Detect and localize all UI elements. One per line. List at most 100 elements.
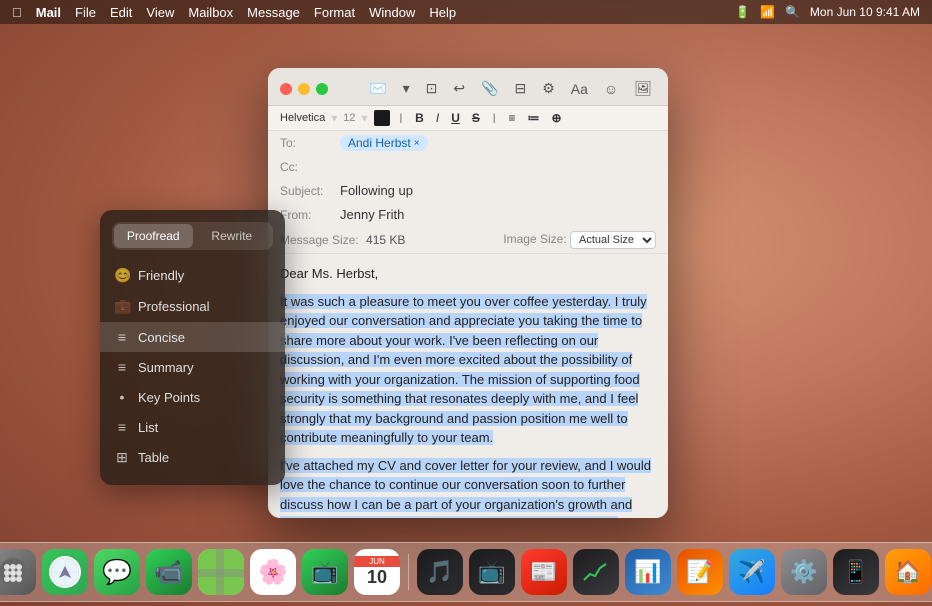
menu-window[interactable]: Window — [369, 5, 415, 20]
menu-bar-left:  Mail File Edit View Mailbox Message Fo… — [12, 5, 456, 20]
mail-body[interactable]: Dear Ms. Herbst, It was such a pleasure … — [268, 254, 668, 518]
window-toolbar: ✉️ ▾ ⊡ ↩ 📎 ⊟ ⚙ Aa ☺ 🖼 — [268, 68, 668, 106]
format-divider: | — [396, 113, 407, 124]
cc-field[interactable]: Cc: — [268, 156, 668, 179]
format-sep-2: ▾ — [362, 111, 368, 125]
sidebar-label-table: Table — [138, 450, 169, 465]
friendly-icon: 😊 — [114, 267, 130, 284]
dock-item-settings[interactable]: ⚙️ — [781, 549, 827, 595]
from-field: From: Jenny Frith — [268, 203, 668, 227]
recipient-close[interactable]: × — [414, 138, 420, 149]
font-icon[interactable]: Aa — [567, 79, 592, 99]
sidebar-label-friendly: Friendly — [138, 268, 184, 283]
dock-item-home[interactable]: 🏠 — [885, 549, 931, 595]
subject-field[interactable]: Subject: Following up — [268, 179, 668, 203]
highlighted-para-1: It was such a pleasure to meet you over … — [280, 294, 647, 446]
sidebar-item-table[interactable]: ⊞ Table — [100, 442, 285, 473]
menu-app-name[interactable]: Mail — [36, 5, 61, 20]
menu-file[interactable]: File — [75, 5, 96, 20]
dock-item-keynote[interactable]: 📊 — [625, 549, 671, 595]
dock-item-launchpad[interactable] — [0, 549, 36, 595]
bold-button[interactable]: B — [412, 110, 427, 126]
to-label: To: — [280, 136, 340, 150]
salutation: Dear Ms. Herbst, — [280, 264, 656, 284]
image-size-row-right: Image Size: Actual Size Large Medium Sma… — [503, 231, 656, 249]
apple-menu[interactable]:  — [12, 5, 22, 20]
tab-rewrite[interactable]: Rewrite — [193, 224, 272, 248]
sidebar-item-list[interactable]: ≡ List — [100, 412, 285, 442]
dock-item-facetime2[interactable]: 📺 — [302, 549, 348, 595]
strikethrough-button[interactable]: S — [469, 110, 483, 126]
sidebar-item-concise[interactable]: ≡ Concise — [100, 322, 285, 352]
format-bar: Helvetica ▾ 12 ▾ | B I U S | ≡ ≔ ⊕ — [268, 106, 668, 131]
dock-item-calendar[interactable]: JUN 10 — [354, 549, 400, 595]
minimize-button[interactable] — [298, 83, 310, 95]
list-icon: ≡ — [114, 419, 130, 435]
dock-item-pages[interactable]: 📝 — [677, 549, 723, 595]
photo-icon[interactable]: 🖼 — [630, 78, 656, 99]
close-button[interactable] — [280, 83, 292, 95]
message-size-value: 415 KB — [366, 233, 405, 247]
sidebar-item-friendly[interactable]: 😊 Friendly — [100, 260, 285, 291]
format-sep-1: ▾ — [331, 111, 337, 125]
subject-value: Following up — [340, 183, 656, 198]
zoom-button[interactable] — [316, 83, 328, 95]
sidebar-item-professional[interactable]: 💼 Professional — [100, 291, 285, 322]
font-size-label: 12 — [343, 112, 355, 124]
to-recipient-chip[interactable]: Andi Herbst × — [340, 135, 428, 151]
menu-help[interactable]: Help — [429, 5, 456, 20]
sidebar-label-professional: Professional — [138, 299, 210, 314]
from-value: Jenny Frith — [340, 207, 656, 222]
sidebar-label-key-points: Key Points — [138, 390, 200, 405]
text-color-picker[interactable] — [374, 110, 390, 126]
back-icon[interactable]: ↩ — [449, 78, 469, 99]
dock-item-testflight[interactable]: ✈️ — [729, 549, 775, 595]
dock-item-news[interactable]: 📰 — [521, 549, 567, 595]
menu-edit[interactable]: Edit — [110, 5, 132, 20]
photo-browser-icon[interactable]: ⊟ — [511, 78, 531, 99]
sidebar-item-summary[interactable]: ≡ Summary — [100, 352, 285, 382]
layout-icon[interactable]: ⊡ — [422, 78, 442, 99]
emoji-icon[interactable]: ☺ — [600, 79, 622, 99]
menu-view[interactable]: View — [146, 5, 174, 20]
menu-bar-right: 🔋 📶 🔍 Mon Jun 10 9:41 AM — [735, 5, 920, 19]
format-divider-2: | — [489, 113, 500, 124]
sidebar-item-key-points[interactable]: • Key Points — [100, 382, 285, 412]
search-icon[interactable]: 🔍 — [785, 5, 800, 19]
align-left-button[interactable]: ≡ — [505, 110, 518, 126]
recipient-name: Andi Herbst — [348, 136, 411, 150]
gear-icon[interactable]: ⚙ — [538, 78, 559, 99]
indent-button[interactable]: ⊕ — [549, 110, 565, 126]
underline-button[interactable]: U — [448, 110, 463, 126]
dock-item-iphone[interactable]: 📱 — [833, 549, 879, 595]
sidebar-label-summary: Summary — [138, 360, 194, 375]
tab-proofread[interactable]: Proofread — [114, 224, 193, 248]
dock-item-music[interactable]: 🎵 — [417, 549, 463, 595]
image-size-select[interactable]: Actual Size Large Medium Small — [570, 231, 656, 249]
menu-mailbox[interactable]: Mailbox — [188, 5, 233, 20]
wifi-icon: 📶 — [760, 5, 775, 19]
font-selector[interactable]: Helvetica — [280, 112, 325, 124]
summary-icon: ≡ — [114, 359, 130, 375]
menu-format[interactable]: Format — [314, 5, 355, 20]
sidebar-tabs: Proofread Rewrite — [112, 222, 273, 250]
menu-message[interactable]: Message — [247, 5, 300, 20]
italic-button[interactable]: I — [433, 110, 442, 126]
message-size-label: Message Size: 415 KB — [280, 233, 405, 247]
sidebar-label-concise: Concise — [138, 330, 185, 345]
cc-label: Cc: — [280, 160, 340, 174]
battery-icon: 🔋 — [735, 5, 750, 19]
list-button[interactable]: ≔ — [525, 110, 543, 126]
body-para-1: It was such a pleasure to meet you over … — [280, 292, 656, 448]
dock-item-photos[interactable]: 🌸 — [250, 549, 296, 595]
send-icon[interactable]: ✉️ — [365, 78, 390, 99]
dock-item-messages[interactable]: 💬 — [94, 549, 140, 595]
dock-item-facetime[interactable]: 📹 — [146, 549, 192, 595]
compose-window: ✉️ ▾ ⊡ ↩ 📎 ⊟ ⚙ Aa ☺ 🖼 Helvetica ▾ 12 ▾ |… — [268, 68, 668, 518]
send-dropdown-icon[interactable]: ▾ — [399, 78, 414, 99]
dock-item-safari[interactable] — [42, 549, 88, 595]
attach-icon[interactable]: 📎 — [477, 78, 502, 99]
dock-item-maps[interactable] — [198, 549, 244, 595]
dock-item-tv[interactable]: 📺 — [469, 549, 515, 595]
dock-item-stocks[interactable] — [573, 549, 619, 595]
